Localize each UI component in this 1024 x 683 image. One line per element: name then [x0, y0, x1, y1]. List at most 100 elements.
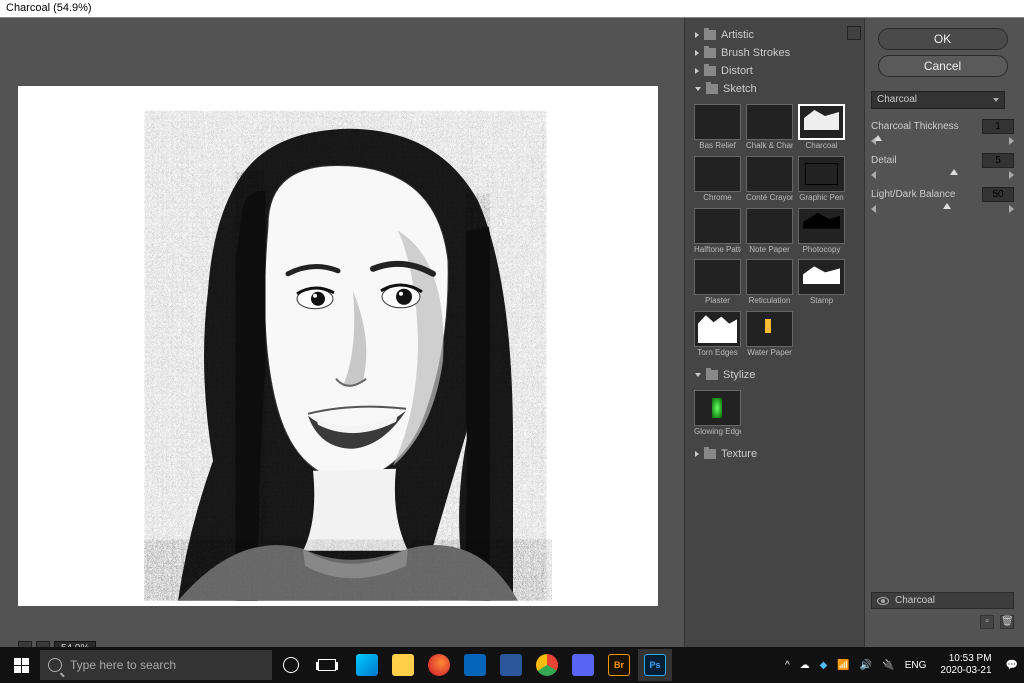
thumb-image — [746, 311, 793, 347]
preview-canvas[interactable] — [18, 86, 658, 606]
delete-effect-layer-button[interactable]: 🗑 — [1000, 615, 1014, 629]
ok-button[interactable]: OK — [878, 28, 1008, 50]
tray-language[interactable]: ENG — [905, 660, 927, 671]
taskbar-clock[interactable]: 10:53 PM 2020-03-21 — [936, 653, 995, 677]
app-discord[interactable] — [566, 649, 600, 681]
folder-icon — [706, 84, 718, 94]
thumb-stamp[interactable]: Stamp — [798, 259, 845, 306]
notifications-icon[interactable]: 💬 — [1006, 660, 1018, 671]
thumb-label: Graphic Pen — [798, 194, 845, 203]
tray-volume-icon[interactable]: 🔊 — [860, 660, 872, 671]
thumb-image — [798, 104, 845, 140]
visibility-icon[interactable] — [877, 597, 889, 605]
category-artistic[interactable]: Artistic — [691, 26, 858, 44]
thumb-chrome[interactable]: Chrome — [694, 156, 741, 203]
thumb-plaster[interactable]: Plaster — [694, 259, 741, 306]
thickness-slider[interactable] — [871, 137, 1014, 143]
thumb-image — [694, 208, 741, 244]
thumb-image — [746, 208, 793, 244]
filter-dropdown[interactable]: Charcoal — [871, 91, 1005, 109]
titlebar: Charcoal (54.9%) — [0, 0, 1024, 18]
thumb-chalk[interactable]: Chalk & Charcoal — [746, 104, 793, 151]
category-brush-strokes[interactable]: Brush Strokes — [691, 44, 858, 62]
thumb-image — [694, 259, 741, 295]
thumb-image — [694, 104, 741, 140]
tray-power-icon[interactable]: 🔌 — [882, 660, 894, 671]
slider-balance: Light/Dark Balance — [871, 187, 1014, 211]
thumb-note[interactable]: Note Paper — [746, 208, 793, 255]
category-texture[interactable]: Texture — [691, 445, 858, 463]
thumb-image — [746, 259, 793, 295]
thickness-input[interactable] — [982, 119, 1014, 134]
category-stylize[interactable]: Stylize — [691, 366, 858, 384]
windows-taskbar: Type here to search Br Ps ^ ☁ ◆ 📶 🔊 🔌 EN… — [0, 647, 1024, 683]
thumb-label: Photocopy — [798, 246, 845, 255]
app-word[interactable] — [494, 649, 528, 681]
tray-chevron-icon[interactable]: ^ — [785, 660, 790, 671]
filter-settings-panel: OK Cancel Charcoal Charcoal Thickness De… — [864, 18, 1024, 647]
balance-slider[interactable] — [871, 205, 1014, 211]
app-chrome[interactable] — [530, 649, 564, 681]
charcoal-portrait — [118, 111, 558, 601]
folder-icon — [704, 48, 716, 58]
app-photoshop[interactable]: Ps — [638, 649, 672, 681]
stylize-thumbs: Glowing Edges — [691, 384, 858, 445]
search-placeholder: Type here to search — [70, 658, 176, 672]
filter-gallery-dialog: 54.9% Dline 2 Artistic Brush Strokes Dis… — [0, 18, 1024, 647]
effect-layer[interactable]: Charcoal — [871, 592, 1014, 609]
detail-slider[interactable] — [871, 171, 1014, 177]
thumb-label: Stamp — [798, 297, 845, 306]
detail-input[interactable] — [982, 153, 1014, 168]
tray-network-icon[interactable]: 📶 — [837, 660, 849, 671]
thumb-image — [694, 156, 741, 192]
thumb-image — [746, 104, 793, 140]
app-edge[interactable] — [350, 649, 384, 681]
taskbar-apps: Br Ps — [350, 649, 672, 681]
thumb-image — [746, 156, 793, 192]
thumb-image — [798, 259, 845, 295]
thumb-image — [694, 390, 741, 426]
thumb-label: Plaster — [694, 297, 741, 306]
slider-detail: Detail — [871, 153, 1014, 177]
category-distort[interactable]: Distort — [691, 62, 858, 80]
thumb-image — [798, 208, 845, 244]
thumb-label: Charcoal — [798, 142, 845, 151]
app-bridge[interactable]: Br — [602, 649, 636, 681]
thumb-image — [798, 156, 845, 192]
thumb-glow[interactable]: Glowing Edges — [694, 390, 741, 437]
sketch-thumbs: Bas ReliefChalk & Charcoal Charcoal Chrome… — [691, 98, 858, 366]
tray-onedrive-icon[interactable]: ☁ — [800, 660, 810, 671]
thumb-label: Water Paper — [746, 349, 793, 358]
cortana-button[interactable] — [274, 649, 308, 681]
balance-input[interactable] — [982, 187, 1014, 202]
thumb-bas[interactable]: Bas Relief — [694, 104, 741, 151]
start-button[interactable] — [4, 649, 38, 681]
folder-icon — [706, 370, 718, 380]
category-sketch[interactable]: Sketch — [691, 80, 858, 98]
folder-icon — [704, 449, 716, 459]
taskbar-search[interactable]: Type here to search — [40, 650, 272, 680]
thumb-torn[interactable]: Torn Edges — [694, 311, 741, 358]
thumb-label: Halftone Pattern — [694, 246, 741, 255]
cancel-button[interactable]: Cancel — [878, 55, 1008, 77]
new-effect-layer-button[interactable]: ▫ — [980, 615, 994, 629]
panel-menu-button[interactable] — [847, 26, 861, 40]
thumb-photo[interactable]: Photocopy — [798, 208, 845, 255]
app-firefox[interactable] — [422, 649, 456, 681]
thumb-conte[interactable]: Conté Crayon — [746, 156, 793, 203]
thumb-label: Glowing Edges — [694, 428, 741, 437]
task-view-button[interactable] — [310, 649, 344, 681]
effect-layers: Charcoal ▫ 🗑 — [871, 592, 1014, 629]
thumb-halftone[interactable]: Halftone Pattern — [694, 208, 741, 255]
app-outlook[interactable] — [458, 649, 492, 681]
folder-icon — [704, 66, 716, 76]
thumb-charcoal[interactable]: Charcoal — [798, 104, 845, 151]
tray-app-icon[interactable]: ◆ — [820, 660, 828, 671]
thumb-graphic[interactable]: Graphic Pen — [798, 156, 845, 203]
app-explorer[interactable] — [386, 649, 420, 681]
thumb-water[interactable]: Water Paper — [746, 311, 793, 358]
folder-icon — [704, 30, 716, 40]
filter-gallery-panel: Artistic Brush Strokes Distort Sketch Ba… — [684, 18, 864, 647]
windows-icon — [14, 658, 29, 673]
thumb-retic[interactable]: Reticulation — [746, 259, 793, 306]
